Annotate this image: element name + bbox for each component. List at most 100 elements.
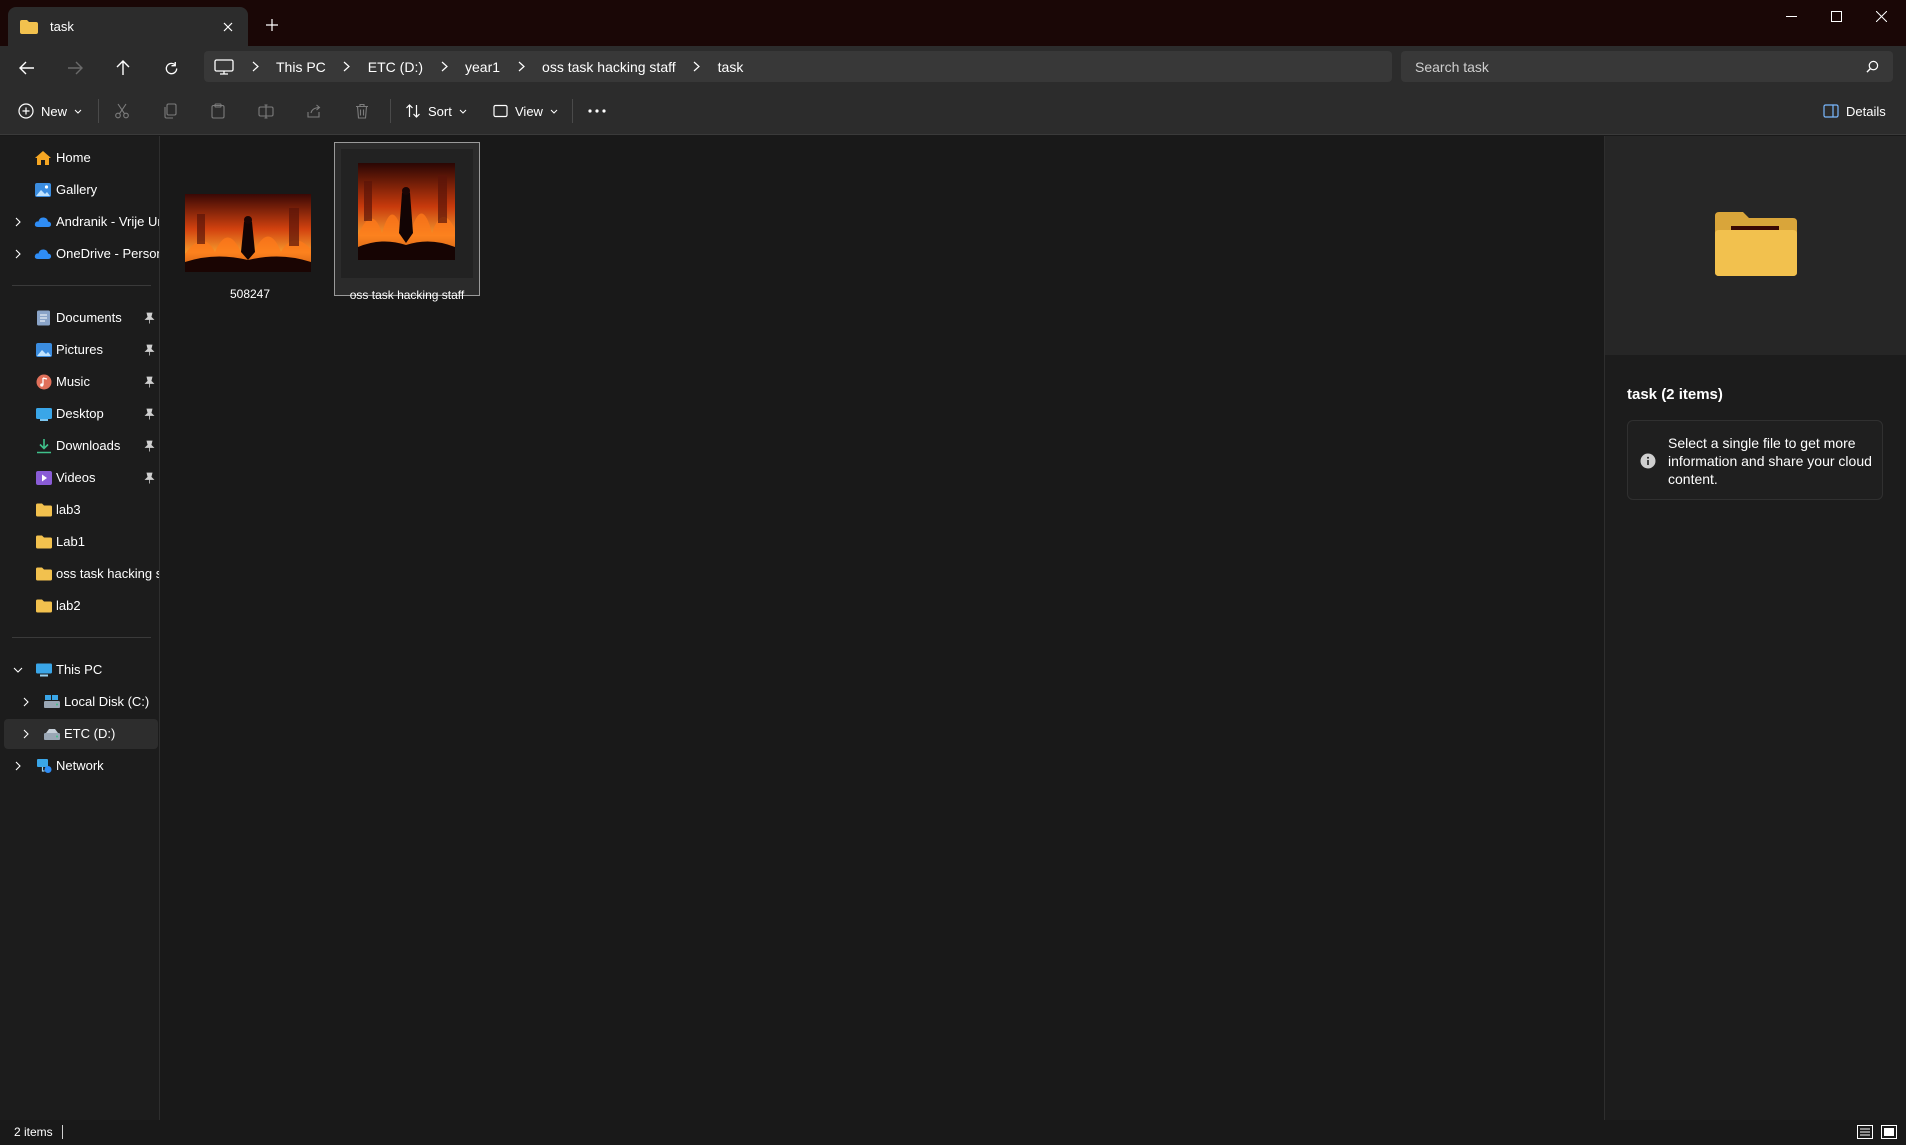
details-info-text: Select a single file to get more informa… [1668,435,1872,487]
sidebar-item-label: Network [56,758,104,773]
sidebar-item-music[interactable]: Music [4,367,158,397]
new-button[interactable]: New [18,97,82,125]
breadcrumb-task[interactable]: task [708,59,754,75]
file-list[interactable]: 508247 oss task hacking staff [161,136,1603,1120]
sidebar-item-label: Pictures [56,342,103,357]
search-icon [1866,60,1879,73]
share-button[interactable] [306,97,322,125]
forward-button[interactable] [58,54,92,82]
delete-button[interactable] [354,97,370,125]
chevron-right-icon[interactable] [12,216,24,228]
sidebar-item-home[interactable]: Home [4,143,158,173]
view-icon [493,104,508,118]
breadcrumb-oss-task-hacking-staff[interactable]: oss task hacking staff [532,59,686,75]
sidebar-item-label: Desktop [56,406,104,421]
sidebar-item-local-disk-c[interactable]: Local Disk (C:) [4,687,158,717]
chevron-right-icon [244,61,266,72]
breadcrumb-etc-d[interactable]: ETC (D:) [358,59,433,75]
file-item-508247[interactable]: 508247 [177,142,323,301]
sidebar-item-pictures[interactable]: Pictures [4,335,158,365]
sidebar-item-downloads[interactable]: Downloads [4,431,158,461]
sidebar-item-documents[interactable]: Documents [4,303,158,333]
sidebar-item-oss-task-hacking-staff[interactable]: oss task hacking staff [4,559,159,589]
folder-icon [36,503,52,517]
details-button[interactable]: Details [1823,97,1886,125]
sidebar-item-gallery[interactable]: Gallery [4,175,158,205]
sidebar-item-lab2[interactable]: lab2 [4,591,158,621]
search-placeholder: Search task [1415,58,1489,75]
status-divider [62,1125,63,1139]
breadcrumb-year1[interactable]: year1 [455,59,510,75]
tab-task[interactable]: task [8,7,248,46]
separator [98,99,99,123]
paste-button[interactable] [210,97,226,125]
details-view-icon[interactable] [1856,1124,1874,1140]
sidebar-item-label: Downloads [56,438,121,453]
pin-icon[interactable] [144,440,155,452]
maximize-button[interactable] [1813,0,1859,32]
sort-button[interactable]: Sort [405,97,467,125]
up-button[interactable] [106,54,140,82]
pin-icon[interactable] [144,408,155,420]
refresh-icon [165,61,177,74]
chevron-right-icon[interactable] [12,760,24,772]
drive-icon [44,695,60,708]
rename-icon [258,104,274,119]
sidebar-item-label: Lab1 [56,534,85,549]
chevron-right-icon[interactable] [20,728,32,740]
sidebar-item-desktop[interactable]: Desktop [4,399,158,429]
sidebar-item-lab1[interactable]: Lab1 [4,527,158,557]
details-label: Details [1846,103,1886,119]
sidebar-item-onedrive-vu[interactable]: Andranik - Vrije Universiteit [4,207,159,237]
breadcrumb[interactable]: This PC ETC (D:) year1 oss task hacking … [204,51,1392,82]
back-button[interactable] [10,54,44,82]
pin-icon[interactable] [144,376,155,388]
sort-icon [406,104,420,118]
minimize-icon [1785,15,1797,17]
chevron-right-icon[interactable] [12,248,24,260]
sidebar-item-label: Andranik - Vrije Universiteit [56,214,159,229]
status-bar: 2 items [0,1120,1906,1145]
sidebar-item-lab3[interactable]: lab3 [4,495,158,525]
this-pc-icon [36,663,52,677]
view-button[interactable]: View [493,97,558,125]
image-thumbnail [185,194,311,272]
cut-button[interactable] [114,97,130,125]
copy-button[interactable] [162,97,178,125]
chevron-right-icon[interactable] [20,696,32,708]
rename-button[interactable] [258,97,274,125]
pin-icon[interactable] [144,344,155,356]
search-input[interactable]: Search task [1401,51,1893,82]
divider [12,637,151,638]
minimize-button[interactable] [1768,0,1814,32]
sidebar-item-etc-d[interactable]: ETC (D:) [4,719,158,749]
close-tab-icon[interactable] [220,19,236,35]
close-window-button[interactable] [1858,0,1904,32]
new-tab-button[interactable] [262,15,282,35]
breadcrumb-this-pc[interactable]: This PC [266,59,336,75]
sidebar-item-label: Gallery [56,182,98,197]
refresh-button[interactable] [154,54,188,82]
separator [572,99,573,123]
large-icons-view-icon[interactable] [1880,1124,1898,1140]
more-options-button[interactable] [588,97,606,125]
sidebar-item-label: OneDrive - Personal [56,246,159,261]
gallery-icon [35,183,51,197]
sidebar-item-label: This PC [56,662,103,677]
sidebar-item-videos[interactable]: Videos [4,463,158,493]
chevron-down-icon[interactable] [12,664,24,676]
sidebar-item-network[interactable]: Network [4,751,158,781]
file-name: oss task hacking staff [349,288,465,302]
network-icon [37,759,52,773]
documents-icon [37,310,50,326]
pin-icon[interactable] [144,312,155,324]
sidebar-item-onedrive-personal[interactable]: OneDrive - Personal [4,239,159,269]
pin-icon[interactable] [144,472,155,484]
desktop-icon [36,408,52,421]
file-item-oss-task-hacking-staff[interactable]: oss task hacking staff [334,142,480,302]
details-preview [1605,136,1906,355]
arrow-left-icon [19,61,34,75]
plus-circle-icon [18,103,34,119]
sidebar-item-label: Home [56,150,91,165]
sidebar-item-this-pc[interactable]: This PC [4,655,158,685]
